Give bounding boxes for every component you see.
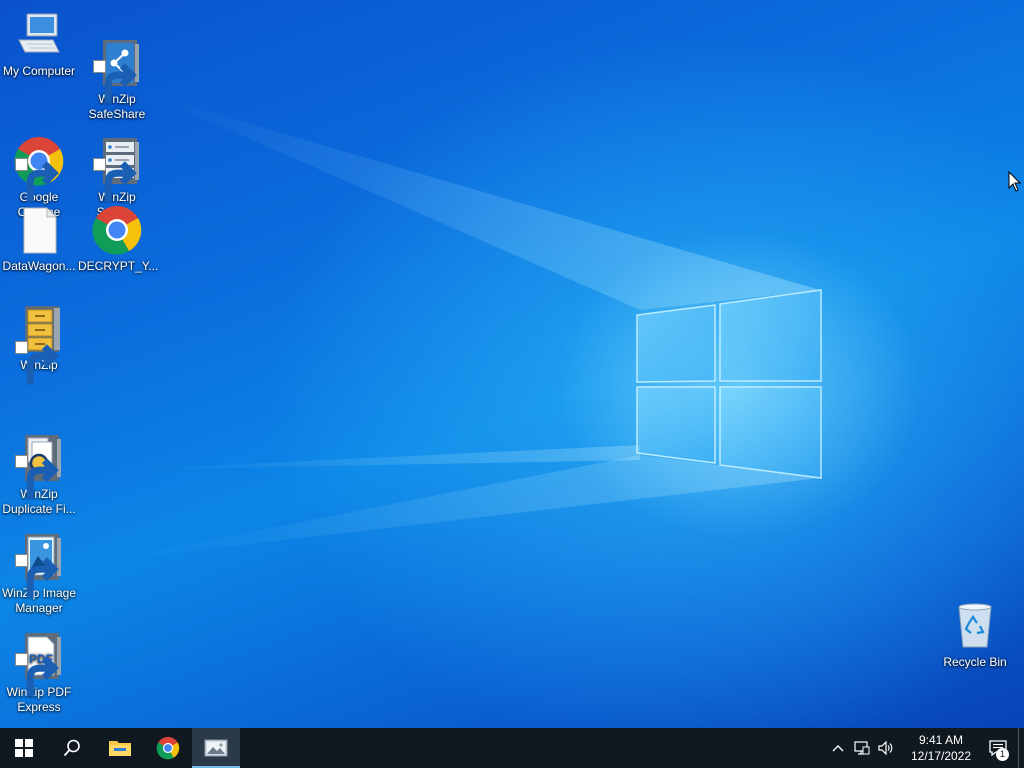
clock-time: 9:41 AM bbox=[918, 733, 964, 747]
clock-button[interactable]: 9:41 AM 12/17/2022 bbox=[904, 732, 978, 764]
search-icon bbox=[63, 739, 80, 757]
shortcut-arrow-icon bbox=[15, 554, 59, 598]
network-button[interactable] bbox=[850, 728, 874, 768]
network-icon bbox=[854, 741, 870, 755]
desktop-icon-recycle-bin[interactable]: Recycle Bin bbox=[936, 601, 1014, 670]
desktop-icon-label: DECRYPT_Y... bbox=[78, 259, 159, 273]
shortcut-arrow-icon bbox=[15, 653, 59, 697]
shortcut-arrow-icon bbox=[93, 60, 137, 104]
winzip-safeshare-icon bbox=[91, 23, 143, 104]
desktop-icon-datawagon[interactable]: DataWagon... bbox=[0, 205, 78, 274]
desktop-icon-decrypt[interactable]: DECRYPT_Y... bbox=[78, 205, 159, 274]
volume-button[interactable] bbox=[874, 728, 898, 768]
folder-icon bbox=[109, 741, 131, 756]
file-explorer-button[interactable] bbox=[96, 728, 144, 768]
winzip-pdf-express-icon: PDF bbox=[13, 616, 65, 697]
winzip-image-manager-taskbar-button[interactable] bbox=[192, 728, 240, 768]
computer-icon bbox=[13, 10, 65, 62]
show-hidden-icons-button[interactable] bbox=[826, 728, 850, 768]
recycle-bin-icon bbox=[949, 601, 1001, 653]
chevron-up-icon bbox=[832, 745, 844, 752]
winzip-duplicate-finder-icon bbox=[13, 418, 65, 499]
show-desktop-button[interactable] bbox=[1018, 728, 1024, 768]
action-center-button[interactable]: 1 bbox=[978, 728, 1018, 768]
desktop-icon-my-computer[interactable]: My Computer bbox=[0, 10, 78, 79]
desktop-icon-winzip-pdf-express[interactable]: PDF WinZip PDF Express bbox=[0, 601, 78, 728]
chrome-icon bbox=[13, 121, 65, 202]
start-button[interactable] bbox=[0, 728, 48, 768]
desktop[interactable]: My Computer WinZip SafeShare Google WinZ… bbox=[0, 0, 1024, 728]
notification-count-badge: 1 bbox=[996, 748, 1009, 761]
mouse-cursor-icon bbox=[1008, 171, 1022, 192]
clock-date: 12/17/2022 bbox=[910, 749, 972, 763]
blank-file-icon bbox=[13, 205, 65, 257]
windows-start-icon bbox=[15, 739, 33, 757]
image-manager-icon bbox=[204, 739, 228, 757]
chrome-icon bbox=[91, 205, 143, 257]
desktop-icon-label: DataWagon... bbox=[2, 259, 76, 273]
shortcut-arrow-icon bbox=[93, 158, 137, 202]
chrome-taskbar-button[interactable] bbox=[144, 728, 192, 768]
desktop-icon-label: My Computer bbox=[2, 64, 76, 78]
shortcut-arrow-icon bbox=[15, 455, 59, 499]
system-tray: 9:41 AM 12/17/2022 1 bbox=[826, 728, 1024, 768]
chrome-icon bbox=[156, 736, 180, 760]
winzip-image-manager-icon bbox=[13, 517, 65, 598]
volume-icon bbox=[878, 741, 893, 755]
shortcut-arrow-icon bbox=[15, 341, 59, 385]
desktop-icon-label: Recycle Bin bbox=[943, 655, 1007, 669]
winzip-secure-backup-icon bbox=[91, 121, 143, 202]
shortcut-arrow-icon bbox=[15, 158, 59, 202]
winzip-icon bbox=[13, 304, 65, 385]
taskbar: 9:41 AM 12/17/2022 1 bbox=[0, 728, 1024, 768]
desktop-icon-winzip[interactable]: WinZip bbox=[0, 304, 78, 385]
search-button[interactable] bbox=[48, 728, 96, 768]
